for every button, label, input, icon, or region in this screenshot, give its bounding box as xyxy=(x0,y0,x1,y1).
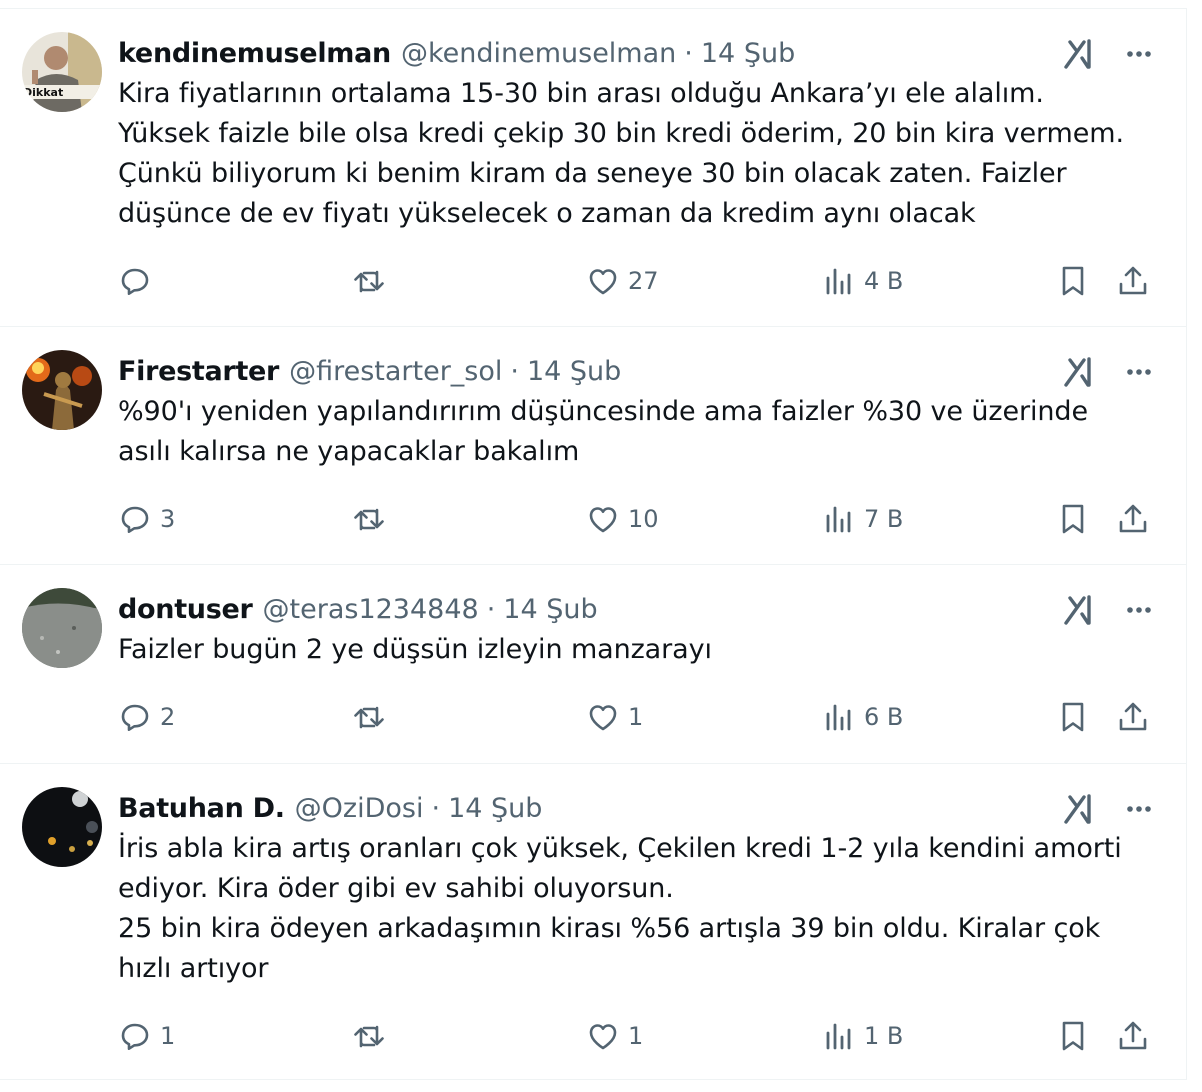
share-icon xyxy=(1119,1021,1147,1050)
heart-icon xyxy=(589,507,617,533)
like-count: 27 xyxy=(628,267,659,295)
avatar-label: Dikkat xyxy=(23,86,63,99)
separator-dot: · xyxy=(431,792,441,824)
reply-button[interactable]: 3 xyxy=(118,499,175,539)
display-name[interactable]: Firestarter xyxy=(118,356,279,387)
timestamp[interactable]: 14 Şub xyxy=(503,594,597,625)
retweet-icon xyxy=(354,270,384,293)
reply-button[interactable] xyxy=(118,261,160,301)
tweet[interactable]: Batuhan D. @OziDosi · 14 Şub İris abla k… xyxy=(0,764,1186,1079)
views-count: 4 B xyxy=(864,267,904,295)
timestamp[interactable]: 14 Şub xyxy=(701,38,795,69)
views-button[interactable]: 7 B xyxy=(822,499,903,539)
reply-icon xyxy=(121,1023,149,1050)
tweet-text: Kira fiyatlarının ortalama 15-30 bin ara… xyxy=(118,78,1124,229)
views-icon xyxy=(826,268,851,295)
tweet-text: İris abla kira artış oranları çok yüksek… xyxy=(118,833,1122,984)
display-name[interactable]: dontuser xyxy=(118,594,253,625)
like-button[interactable]: 27 xyxy=(586,261,659,301)
avatar[interactable]: Dikkat xyxy=(22,32,102,112)
views-icon xyxy=(826,704,851,731)
tweet[interactable]: dontuser @teras1234848 · 14 Şub Faizler … xyxy=(0,565,1186,764)
reply-feed: Dikkat kendinemuselman @kendinemuselman … xyxy=(0,8,1187,1080)
views-icon xyxy=(826,506,851,533)
bookmark-icon xyxy=(1062,702,1084,732)
more-icon[interactable] xyxy=(1122,792,1156,826)
grok-icon[interactable] xyxy=(1062,355,1096,389)
views-icon xyxy=(826,1023,851,1050)
views-count: 6 B xyxy=(864,703,904,731)
tweet[interactable]: Dikkat kendinemuselman @kendinemuselman … xyxy=(0,9,1186,327)
heart-icon xyxy=(589,705,617,731)
reply-count: 3 xyxy=(160,505,176,533)
heart-icon xyxy=(589,1024,617,1050)
timestamp[interactable]: 14 Şub xyxy=(527,356,621,387)
like-count: 1 xyxy=(628,703,644,731)
like-button[interactable]: 1 xyxy=(586,697,643,737)
avatar[interactable] xyxy=(22,588,102,668)
retweet-icon xyxy=(354,706,384,729)
grok-icon[interactable] xyxy=(1062,593,1096,627)
retweet-button[interactable] xyxy=(352,697,394,737)
display-name[interactable]: kendinemuselman xyxy=(118,38,391,69)
more-icon[interactable] xyxy=(1122,37,1156,71)
bookmark-icon xyxy=(1062,1021,1084,1051)
separator-dot: · xyxy=(486,593,496,625)
avatar[interactable] xyxy=(22,787,102,867)
grok-icon[interactable] xyxy=(1062,37,1096,71)
bookmark-button[interactable] xyxy=(1056,261,1090,301)
tweet-text: Faizler bugün 2 ye düşsün izleyin manzar… xyxy=(118,634,712,665)
bookmark-icon xyxy=(1062,266,1084,296)
reply-icon xyxy=(121,268,149,295)
user-handle[interactable]: @firestarter_sol xyxy=(289,356,502,387)
reply-button[interactable]: 1 xyxy=(118,1016,175,1056)
display-name[interactable]: Batuhan D. xyxy=(118,793,285,824)
share-button[interactable] xyxy=(1116,1016,1150,1056)
bookmark-button[interactable] xyxy=(1056,1016,1090,1056)
separator-dot: · xyxy=(510,355,519,387)
reply-icon xyxy=(121,506,149,533)
retweet-icon xyxy=(354,1025,384,1048)
views-count: 1 B xyxy=(864,1022,904,1050)
reply-button[interactable]: 2 xyxy=(118,697,175,737)
like-button[interactable]: 1 xyxy=(586,1016,643,1056)
heart-icon xyxy=(589,269,617,295)
timestamp[interactable]: 14 Şub xyxy=(448,793,542,824)
more-icon[interactable] xyxy=(1122,593,1156,627)
like-count: 1 xyxy=(628,1022,644,1050)
more-icon[interactable] xyxy=(1122,355,1156,389)
views-count: 7 B xyxy=(864,505,904,533)
retweet-icon xyxy=(354,508,384,531)
reply-count: 1 xyxy=(160,1022,176,1050)
user-handle[interactable]: @kendinemuselman xyxy=(401,38,676,69)
user-handle[interactable]: @teras1234848 xyxy=(263,594,479,625)
grok-icon[interactable] xyxy=(1062,792,1096,826)
views-button[interactable]: 6 B xyxy=(822,697,903,737)
like-count: 10 xyxy=(628,505,659,533)
reply-icon xyxy=(121,704,149,731)
share-icon xyxy=(1119,702,1147,731)
tweet-text: %90'ı yeniden yapılandırırım düşüncesind… xyxy=(118,396,1088,467)
share-button[interactable] xyxy=(1116,697,1150,737)
retweet-button[interactable] xyxy=(352,499,394,539)
like-button[interactable]: 10 xyxy=(586,499,659,539)
views-button[interactable]: 1 B xyxy=(822,1016,903,1056)
retweet-button[interactable] xyxy=(352,1016,394,1056)
share-icon xyxy=(1119,504,1147,533)
bookmark-button[interactable] xyxy=(1056,697,1090,737)
share-button[interactable] xyxy=(1116,499,1150,539)
user-handle[interactable]: @OziDosi xyxy=(295,793,424,824)
separator-dot: · xyxy=(684,37,693,69)
avatar[interactable] xyxy=(22,350,102,430)
bookmark-button[interactable] xyxy=(1056,499,1090,539)
share-button[interactable] xyxy=(1116,261,1150,301)
reply-count: 2 xyxy=(160,703,176,731)
share-icon xyxy=(1119,266,1147,295)
tweet[interactable]: Firestarter @firestarter_sol · 14 Şub %9… xyxy=(0,327,1186,565)
retweet-button[interactable] xyxy=(352,261,394,301)
bookmark-icon xyxy=(1062,504,1084,534)
views-button[interactable]: 4 B xyxy=(822,261,903,301)
